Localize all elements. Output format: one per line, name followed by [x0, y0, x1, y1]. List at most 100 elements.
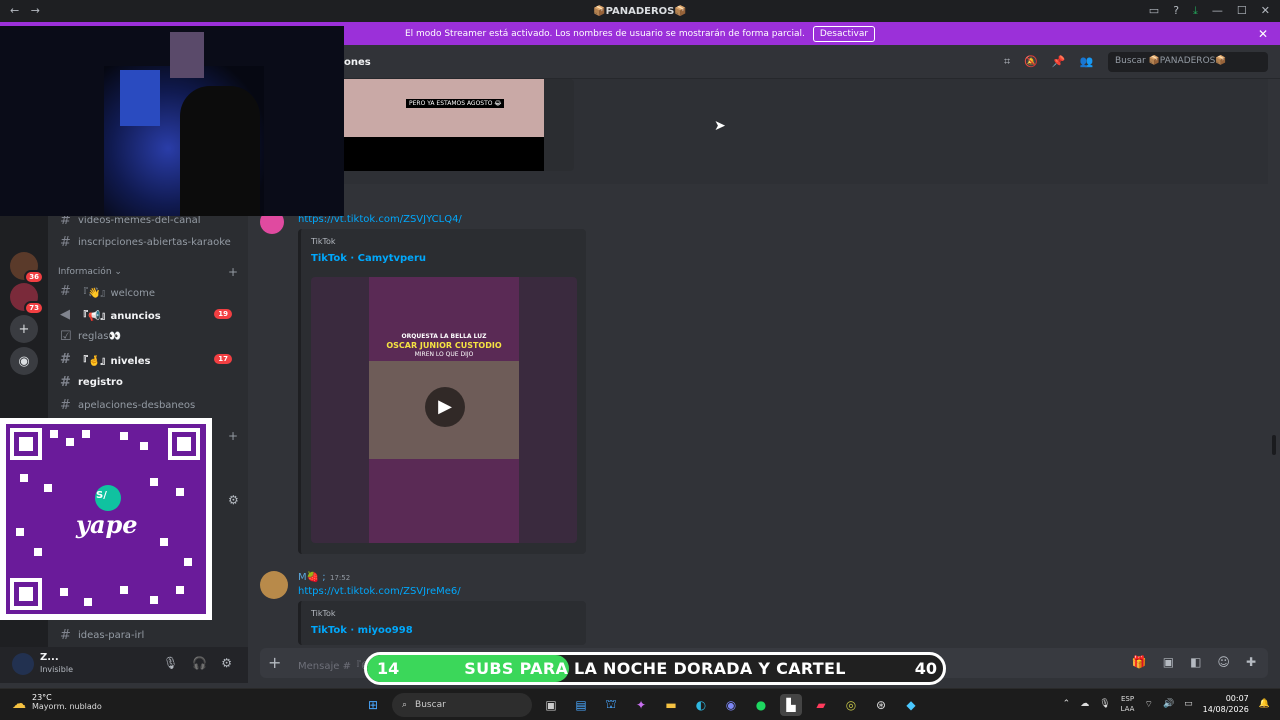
category-info[interactable]: Información ⌄ [58, 267, 122, 277]
discord-icon[interactable]: ◉ [720, 694, 742, 716]
server-badge: 36 [24, 270, 44, 284]
mic-tray-icon[interactable]: 🎙 [1099, 699, 1110, 709]
chevron-up-icon[interactable]: ⌃ [1063, 699, 1071, 709]
embed-provider: TikTok [311, 609, 336, 618]
headphones-icon[interactable]: 🎧 [192, 656, 207, 670]
members-icon[interactable]: 👥 [1080, 55, 1094, 69]
download-icon[interactable]: ⤓ [1193, 4, 1198, 18]
header-icons: ⌗ 🔕 📌 👥 [1004, 55, 1093, 69]
emoji-icon[interactable]: ☺ [1217, 655, 1230, 669]
copilot-icon[interactable]: ✦ [630, 694, 652, 716]
attach-icon[interactable]: + [268, 653, 281, 672]
add-server-icon[interactable]: + [10, 315, 38, 343]
channel-item[interactable]: ◀ 『📢』anuncios 19 [60, 304, 240, 324]
search-input[interactable]: Buscar 📦PANADEROS📦 [1108, 52, 1268, 72]
channel-header: ones ⌗ 🔕 📌 👥 Buscar 📦PANADEROS📦 [248, 45, 1280, 79]
hash-icon: # [60, 397, 71, 413]
message-author[interactable]: M🍓 ; [298, 572, 326, 583]
deactivate-button[interactable]: Desactivar [812, 25, 876, 42]
weather-widget[interactable]: ☁ 23°C Mayorm. nublado [12, 693, 102, 712]
streamer-silhouette [180, 86, 260, 216]
server-badge: 73 [24, 301, 44, 315]
embed-title[interactable]: TikTok · Camytvperu [311, 253, 426, 264]
embed-image[interactable] [344, 79, 544, 137]
yape-brand: yape [76, 510, 138, 539]
threads-icon[interactable]: ⌗ [1004, 55, 1010, 69]
video-thumbnail[interactable]: ORQUESTA LA BELLA LUZ OSCAR JUNIOR CUSTO… [311, 277, 577, 543]
video-text: OSCAR JUNIOR CUSTODIO [386, 341, 502, 350]
message-input[interactable]: Mensaje #『😄 [298, 657, 371, 672]
channel-item[interactable]: # inscripciones-abiertas-karaoke [60, 232, 240, 252]
app-icon[interactable]: ◆ [900, 694, 922, 716]
explorer-icon[interactable]: ▬ [660, 694, 682, 716]
store-icon[interactable]: ⛫ [600, 694, 622, 716]
avatar[interactable] [12, 653, 34, 675]
message-time: 17:52 [330, 574, 351, 582]
server-icon[interactable]: 36 [10, 252, 44, 284]
settings-icon[interactable]: ⚙ [228, 493, 239, 507]
channel-item[interactable]: # registro [60, 372, 240, 392]
volume-icon[interactable]: 🔊 [1163, 699, 1174, 709]
close-window-button[interactable]: ✕ [1261, 4, 1270, 18]
channel-title: ones [344, 57, 371, 68]
task-view-icon[interactable]: ▣ [540, 694, 562, 716]
microphone-icon[interactable]: 🎙 [163, 656, 178, 670]
channel-item[interactable]: # apelaciones-desbaneos [60, 395, 240, 415]
clock[interactable]: 00:07 14/08/2026 [1203, 693, 1249, 715]
highlighted-message: PERO YA ESTAMOS AGOSTO 😂 [248, 79, 1268, 184]
yape-qr-code: S/ yape [0, 418, 212, 620]
close-banner-button[interactable]: ✕ [1258, 27, 1268, 41]
tiktok-embed: TikTok TikTok · Camytvperu ORQUESTA LA B… [298, 229, 586, 554]
video-text: ORQUESTA LA BELLA LUZ [401, 333, 487, 340]
window-title: 📦PANADEROS📦 [593, 5, 687, 17]
edge-icon[interactable]: ◐ [690, 694, 712, 716]
spotify-icon[interactable]: ● [750, 694, 772, 716]
search-icon: ⌕ [402, 700, 408, 710]
window-controls: ▭ ? ⤓ — ☐ ✕ [1149, 4, 1270, 18]
server-icon[interactable]: 73 [10, 283, 44, 315]
help-icon[interactable]: ? [1173, 4, 1179, 18]
channel-item[interactable]: # ideas-para-irl [60, 625, 240, 645]
image-caption: PERO YA ESTAMOS AGOSTO 😂 [406, 99, 505, 108]
gif-icon[interactable]: ▣ [1163, 655, 1174, 669]
channel-item[interactable]: ☑ reglas👀 [60, 326, 240, 346]
embed-provider: TikTok [311, 237, 336, 246]
tiktok-live-icon[interactable]: ▰ [810, 694, 832, 716]
inbox-icon[interactable]: ▭ [1149, 4, 1159, 18]
app-icon[interactable]: ◎ [840, 694, 862, 716]
subs-label: SUBS PARA LA NOCHE DORADA Y CARTEL [464, 659, 846, 678]
add-channel-icon[interactable]: + [228, 429, 238, 443]
subs-goal-bar: 14 SUBS PARA LA NOCHE DORADA Y CARTEL 40 [364, 652, 946, 685]
apps-icon[interactable]: ✚ [1246, 655, 1256, 669]
channel-item[interactable]: # 『🤞』niveles 17 [60, 349, 240, 369]
notepad-icon[interactable]: ▤ [570, 694, 592, 716]
onedrive-icon[interactable]: ☁ [1080, 699, 1089, 709]
language-indicator[interactable]: ESP LAA [1121, 694, 1135, 714]
user-status: Invisible [40, 665, 73, 674]
avatar[interactable] [260, 571, 288, 599]
streamlabs-icon[interactable]: ▙ [780, 694, 802, 716]
sticker-icon[interactable]: ◧ [1190, 655, 1201, 669]
wifi-icon[interactable]: ⌔ [1144, 699, 1152, 710]
unread-badge: 17 [214, 354, 232, 364]
channel-item[interactable]: # 『👋』welcome [60, 281, 240, 301]
chrome-icon[interactable]: ⊛ [870, 694, 892, 716]
pin-icon[interactable]: 📌 [1052, 55, 1066, 69]
play-icon[interactable]: ▶ [425, 387, 465, 427]
mouse-cursor-icon: ➤ [714, 118, 726, 134]
message-link[interactable]: https://vt.tiktok.com/ZSVJreMe6/ [298, 586, 461, 597]
title-bar: ← → 📦PANADEROS📦 ▭ ? ⤓ — ☐ ✕ [0, 0, 1280, 22]
user-settings-icon[interactable]: ⚙ [221, 656, 232, 670]
notifications-bell-icon[interactable]: 🔔 [1259, 699, 1270, 709]
add-channel-icon[interactable]: + [228, 265, 238, 279]
battery-icon[interactable]: ▭ [1184, 699, 1193, 709]
windows-start-icon[interactable]: ⊞ [362, 694, 384, 716]
taskbar-search[interactable]: ⌕ Buscar [392, 693, 532, 717]
scrollbar[interactable] [1272, 435, 1276, 455]
gift-icon[interactable]: 🎁 [1132, 655, 1147, 669]
embed-title[interactable]: TikTok · miyoo998 [311, 625, 413, 636]
maximize-button[interactable]: ☐ [1237, 4, 1247, 18]
minimize-button[interactable]: — [1212, 4, 1223, 18]
notifications-icon[interactable]: 🔕 [1024, 55, 1038, 69]
explore-icon[interactable]: ◉ [10, 347, 38, 375]
